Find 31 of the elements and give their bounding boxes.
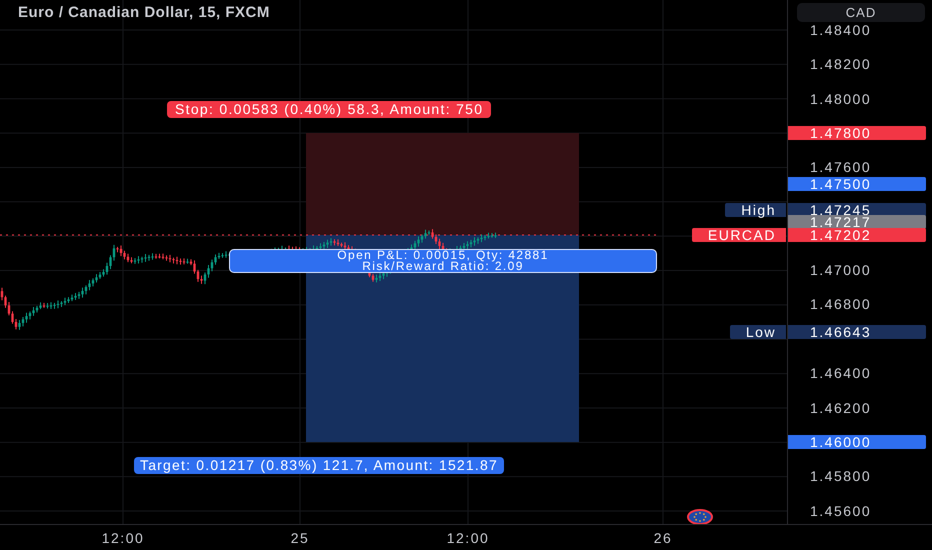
price-badge: 1.47800	[788, 126, 926, 140]
info-text: Risk/Reward Ratio: 2.09	[362, 261, 524, 272]
stop-label: Stop: 0.00583 (0.40%) 58.3, Amount: 750	[167, 101, 492, 118]
symbol-title: Euro / Canadian Dollar, 15, FXCM	[18, 4, 270, 21]
price-badge: 1.47217	[788, 215, 926, 229]
price-badge: 1.47202	[788, 228, 926, 242]
time-tick: 12:00	[102, 530, 144, 546]
price-tick: 1.46200	[810, 400, 872, 416]
price-tick: 1.47600	[810, 159, 872, 175]
price-badge: 1.46643	[788, 325, 926, 339]
target-label: Target: 0.01217 (0.83%) 121.7, Amount: 1521.87	[134, 457, 504, 474]
price-tag: High	[725, 203, 786, 217]
price-tick: 1.46800	[810, 296, 872, 312]
price-tick: 1.48400	[810, 22, 872, 38]
price-tag: EURCAD	[692, 228, 786, 242]
price-badge: 1.46000	[788, 435, 926, 449]
price-tag: Low	[730, 325, 786, 339]
price-badge: 1.47500	[788, 177, 926, 191]
chart-area[interactable]: Euro / Canadian Dollar, 15, FXCM Stop: 0.00583 (0.40%) 58.3, Amount: 750 Open P&L: 0.00015, Qty: 42881 Risk/Reward Ratio: 2.09 Target: 0.01217 (0.83%) 121.7, Amount: 1521.87 High EURCAD Low	[0, 0, 788, 525]
price-tick: 1.47000	[810, 262, 872, 278]
price-tick: 1.46400	[810, 365, 872, 381]
price-tick: 1.48200	[810, 56, 872, 72]
info-text: Open P&L: 0.00015, Qty: 42881	[337, 250, 549, 261]
currency-button[interactable]: CAD	[797, 3, 925, 22]
price-tick: 1.45800	[810, 468, 872, 484]
time-tick: 26	[654, 530, 672, 546]
time-tick: 25	[290, 530, 310, 546]
flag-icon[interactable]	[687, 509, 713, 524]
price-tick: 1.45600	[810, 503, 872, 519]
price-tick: 1.48000	[810, 91, 872, 107]
time-tick: 12:00	[446, 530, 490, 546]
